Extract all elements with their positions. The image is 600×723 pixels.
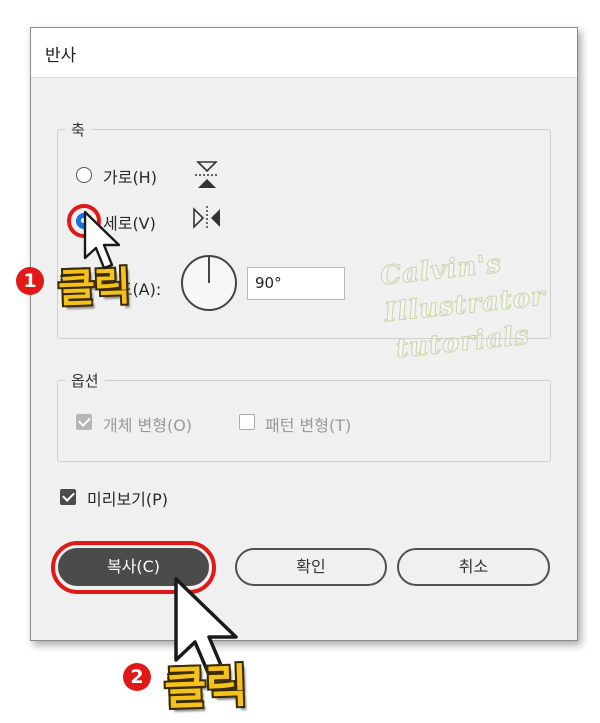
reflect-horizontal-axis-icon bbox=[193, 159, 221, 195]
step-2-click-label: 클릭 bbox=[163, 658, 248, 716]
watermark: Calvin's Illustrator tutorials bbox=[378, 242, 552, 369]
transform-patterns-checkbox[interactable] bbox=[239, 414, 255, 430]
step-2-badge: 2 bbox=[123, 663, 151, 691]
angle-dial-icon[interactable] bbox=[179, 253, 239, 317]
step-1-badge: 1 bbox=[16, 267, 44, 295]
transform-objects-label[interactable]: 개체 변형(O) bbox=[103, 412, 192, 436]
axis-group-label: 축 bbox=[65, 119, 91, 140]
ok-button[interactable]: 확인 bbox=[235, 548, 387, 586]
cancel-button[interactable]: 취소 bbox=[397, 548, 550, 586]
horizontal-label[interactable]: 가로(H) bbox=[103, 164, 157, 188]
transform-objects-checkbox[interactable] bbox=[76, 414, 92, 430]
title-bar[interactable]: 반사 bbox=[31, 28, 577, 78]
cursor-1-icon bbox=[82, 210, 124, 276]
angle-input[interactable]: 90° bbox=[247, 267, 345, 300]
preview-label[interactable]: 미리보기(P) bbox=[87, 486, 168, 510]
dialog-title: 반사 bbox=[45, 46, 77, 66]
horizontal-radio[interactable] bbox=[76, 167, 92, 183]
reflect-vertical-axis-icon bbox=[191, 204, 223, 236]
transform-patterns-label[interactable]: 패턴 변형(T) bbox=[265, 412, 351, 436]
options-group-label: 옵션 bbox=[65, 370, 105, 391]
preview-checkbox[interactable] bbox=[60, 489, 76, 505]
